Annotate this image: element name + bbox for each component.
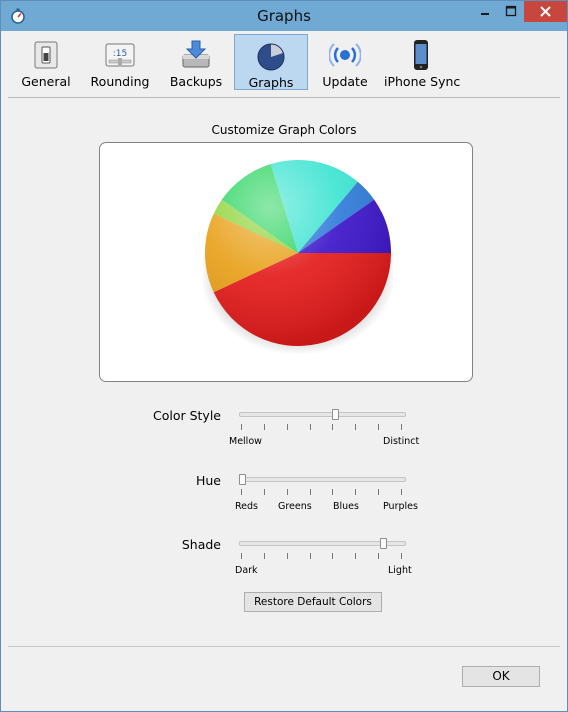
- tab-label: Graphs: [248, 75, 294, 90]
- footer-divider: [8, 646, 560, 647]
- tab-rounding[interactable]: :15 Rounding: [83, 34, 157, 90]
- tab-graphs[interactable]: Graphs: [234, 34, 308, 90]
- pie-gloss: [205, 160, 391, 346]
- slider-tick: [332, 424, 334, 430]
- slider-tick: [332, 553, 334, 559]
- slider-track[interactable]: [239, 412, 406, 417]
- slider-track[interactable]: [239, 477, 406, 482]
- minimize-button[interactable]: [472, 1, 498, 22]
- slider-tick-label: Purples: [383, 501, 418, 512]
- tab-label: Backups: [169, 74, 223, 89]
- slider-tick-label: Mellow: [229, 436, 262, 447]
- toggle-switch-icon: [34, 41, 58, 69]
- slider-tick: [401, 553, 402, 559]
- slider-tick-label: Blues: [333, 501, 359, 512]
- slider-tick: [378, 489, 380, 495]
- preferences-toolbar: General :15 Rounding Backups Graphs Upda…: [8, 31, 560, 95]
- slider-tick: [241, 553, 242, 559]
- slider-tick: [309, 553, 311, 559]
- slider-tick: [241, 424, 242, 430]
- slider-tick: [332, 489, 334, 495]
- close-button[interactable]: [524, 1, 567, 22]
- tab-label: iPhone Sync: [384, 74, 461, 89]
- pie-globe-icon: [257, 43, 285, 71]
- slider-tick: [263, 553, 265, 559]
- hard-drive-download-icon: [182, 40, 210, 68]
- preferences-window: Graphs General :15 Rounding Backups Grap…: [0, 0, 568, 712]
- slider-tick: [355, 424, 357, 430]
- tab-update[interactable]: Update: [308, 34, 382, 90]
- slider-tick: [263, 424, 265, 430]
- graph-preview: [99, 142, 473, 382]
- update-waves-icon: [329, 43, 361, 67]
- slider-thumb[interactable]: [379, 538, 387, 549]
- maximize-icon: [505, 5, 517, 17]
- toolbar-divider: [8, 97, 560, 98]
- slider-tick-label: Distinct: [383, 436, 420, 447]
- svg-text::15: :15: [113, 49, 127, 59]
- slider-tick: [355, 489, 357, 495]
- slider-tick: [309, 489, 311, 495]
- pie-chart-preview: [203, 160, 393, 353]
- slider-thumb[interactable]: [331, 409, 339, 420]
- maximize-button[interactable]: [498, 1, 524, 22]
- iphone-icon: [414, 40, 428, 70]
- tab-backups[interactable]: Backups: [159, 34, 233, 90]
- slider-tick: [401, 424, 402, 430]
- slider-tick: [309, 424, 311, 430]
- slider-tick: [355, 553, 357, 559]
- tab-label: Update: [322, 74, 368, 89]
- slider-tick: [241, 489, 242, 495]
- slider-label: Color Style: [152, 408, 221, 423]
- slider-tick: [286, 489, 288, 495]
- slider-ticks: [241, 489, 402, 495]
- clock-time-icon: :15: [105, 43, 135, 67]
- slider-tick-label: Reds: [235, 501, 258, 512]
- slider-tick-label: Light: [388, 565, 412, 576]
- tab-label: General: [21, 74, 71, 89]
- slider-tick: [378, 424, 380, 430]
- slider-tick: [286, 553, 288, 559]
- slider-tick-label: Dark: [235, 565, 258, 576]
- slider-tick: [286, 424, 288, 430]
- ok-button[interactable]: OK: [462, 666, 540, 687]
- tab-iphone-sync[interactable]: iPhone Sync: [384, 34, 461, 90]
- slider-tick: [263, 489, 265, 495]
- section-title: Customize Graph Colors: [211, 123, 357, 137]
- slider-tick: [378, 553, 380, 559]
- close-icon: [540, 6, 551, 17]
- slider-ticks: [241, 424, 402, 430]
- tab-label: Rounding: [90, 74, 150, 89]
- slider-label: Hue: [195, 473, 221, 488]
- slider-label: Shade: [181, 537, 221, 552]
- tab-general[interactable]: General: [9, 34, 83, 90]
- slider-ticks: [241, 553, 402, 559]
- slider-thumb[interactable]: [239, 474, 246, 485]
- slider-tick-label: Greens: [278, 501, 312, 512]
- restore-default-colors-button[interactable]: Restore Default Colors: [244, 592, 382, 612]
- minimize-icon: [481, 13, 489, 15]
- slider-tick: [401, 489, 402, 495]
- title-bar: Graphs: [1, 1, 567, 31]
